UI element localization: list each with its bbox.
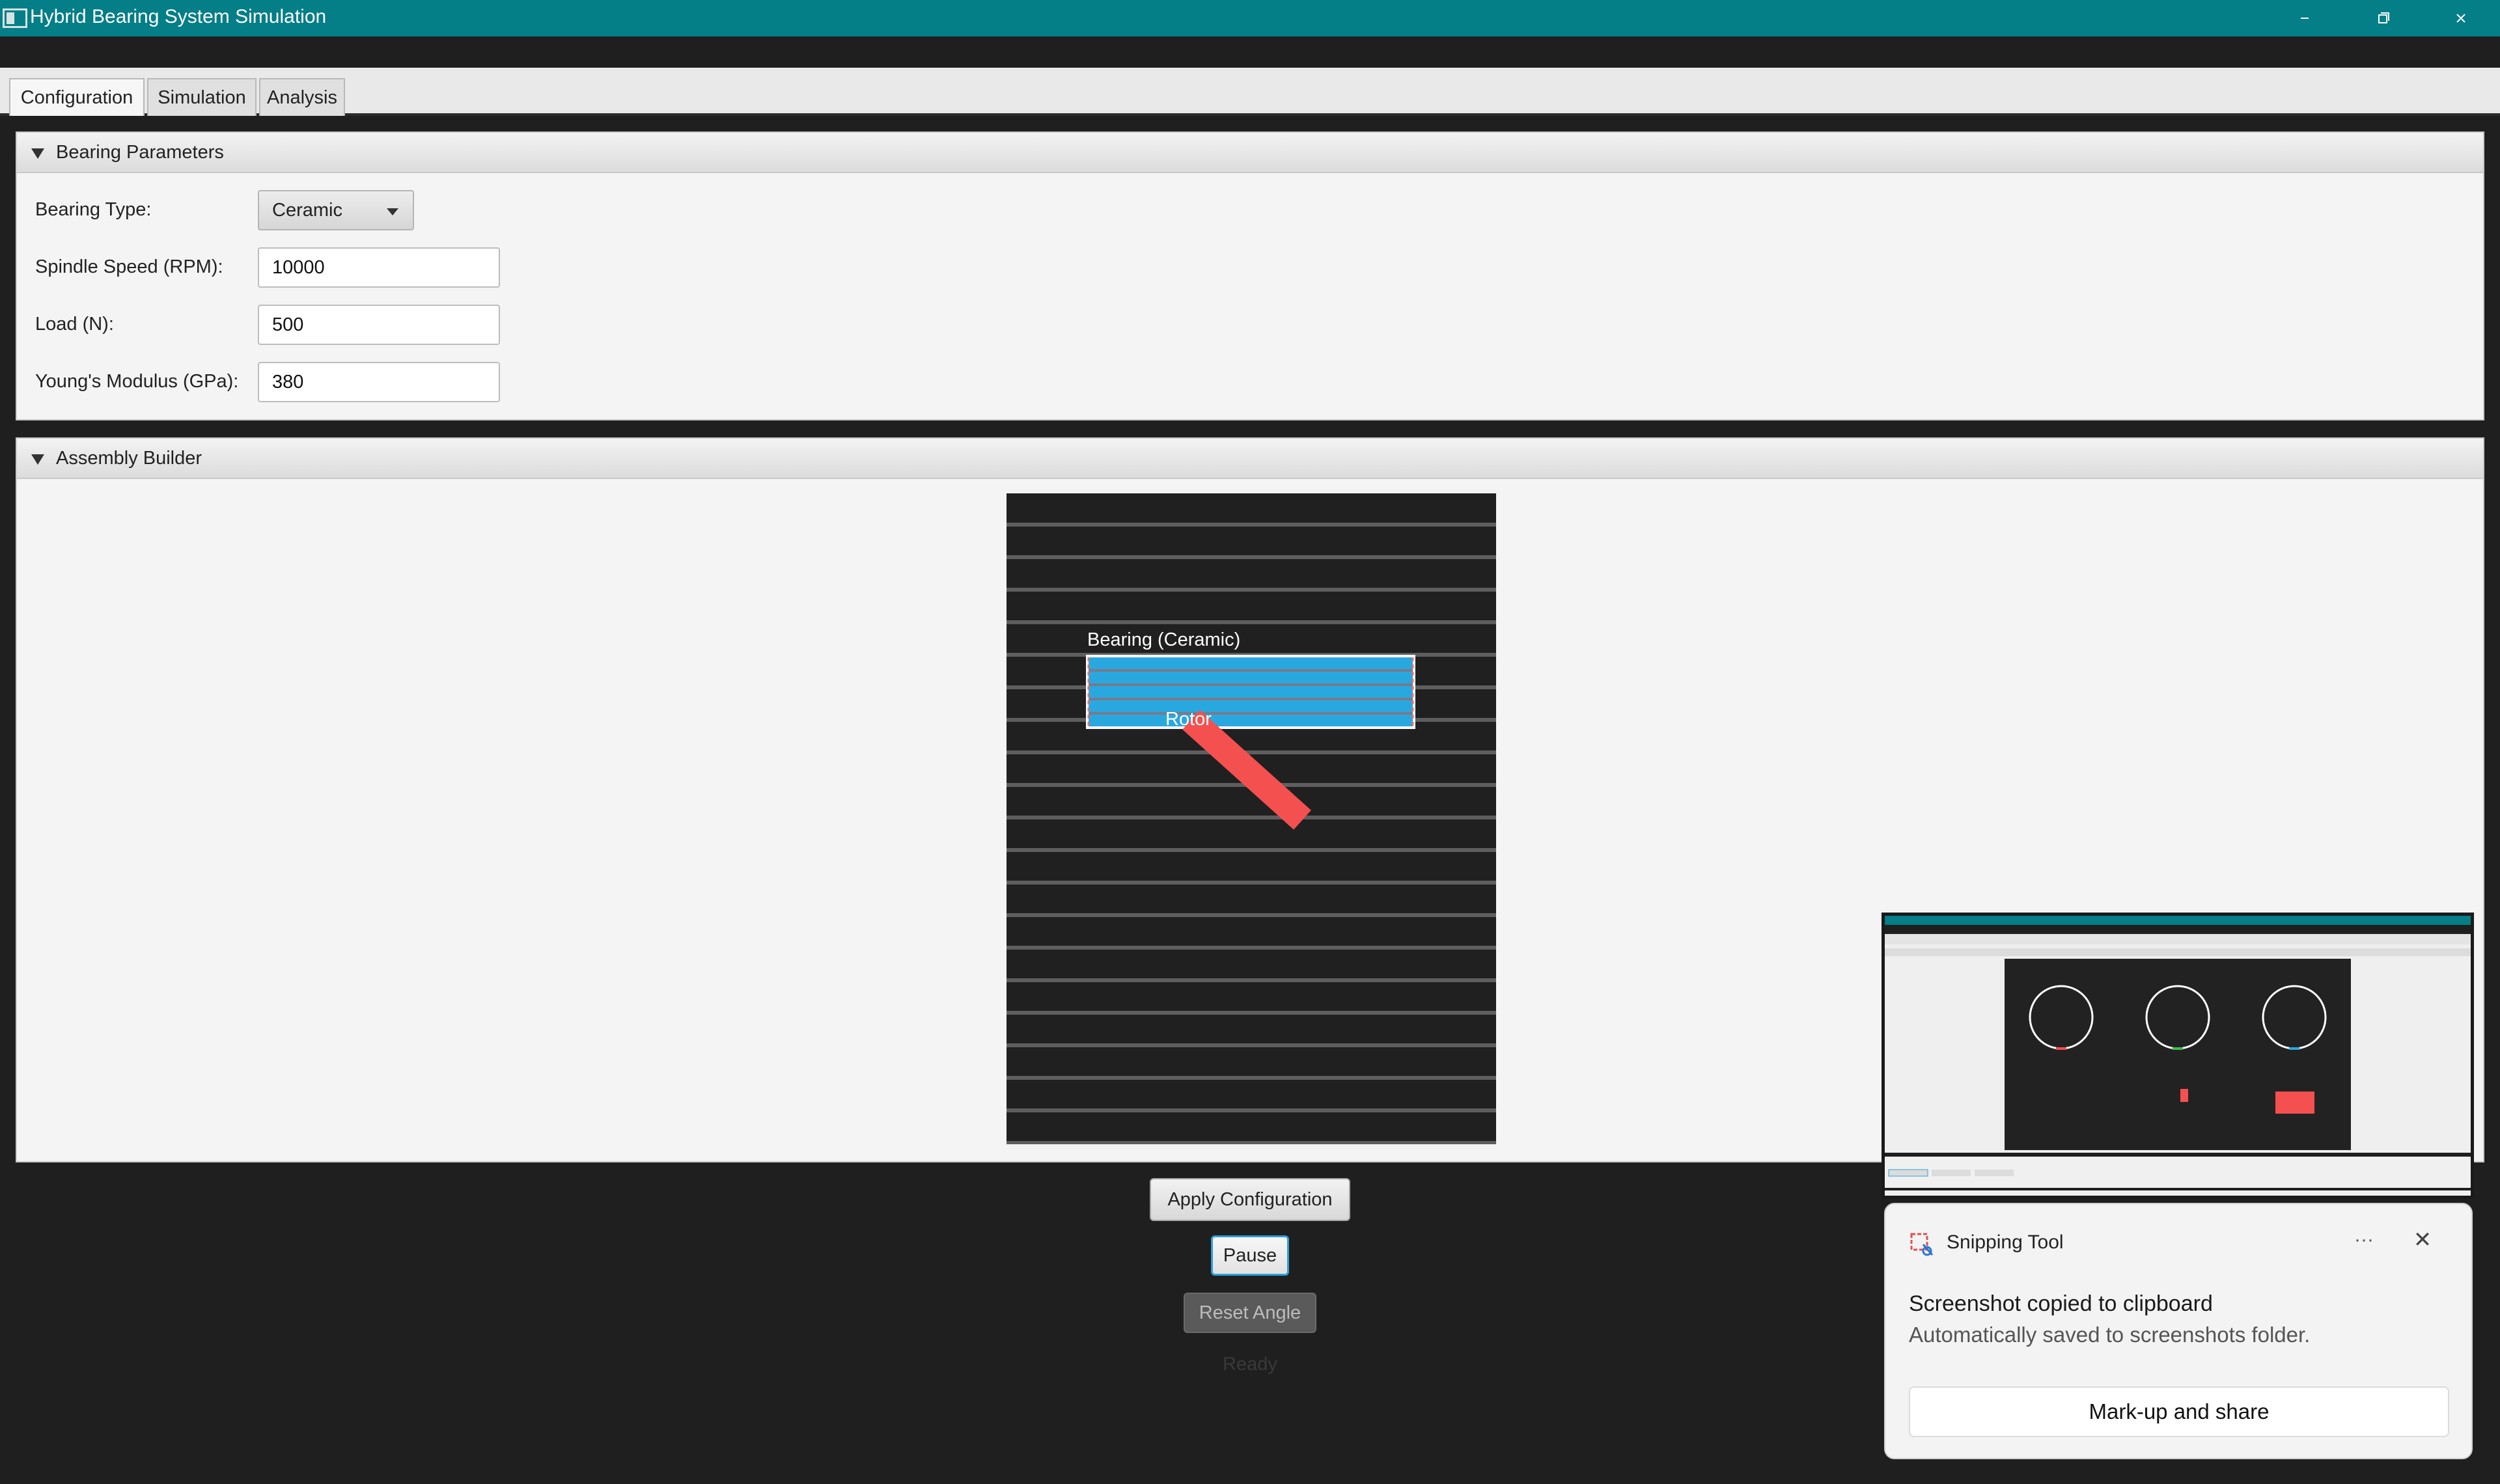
- collapse-triangle-icon[interactable]: [31, 454, 44, 465]
- snipping-tool-icon: [1910, 1233, 1934, 1256]
- screenshot-thumbnail[interactable]: [1882, 913, 2474, 1199]
- assembly-canvas[interactable]: Bearing (Ceramic) Rotor: [1007, 493, 1496, 1144]
- status-text: Ready: [1223, 1354, 1277, 1375]
- grid-lines: [1007, 523, 1496, 1144]
- youngs-modulus-label: Young's Modulus (GPa):: [35, 371, 239, 392]
- close-icon[interactable]: ✕: [2405, 1224, 2440, 1256]
- title-bar: Hybrid Bearing System Simulation: [0, 0, 2500, 36]
- panel-title: Bearing Parameters: [56, 142, 224, 163]
- assembly-builder-header[interactable]: Assembly Builder: [17, 439, 2483, 479]
- window-title: Hybrid Bearing System Simulation: [30, 6, 327, 27]
- bearing-block[interactable]: [1086, 655, 1415, 729]
- close-button[interactable]: [2424, 0, 2497, 36]
- tab-analysis[interactable]: Analysis: [259, 78, 345, 116]
- notification-body: Automatically saved to screenshots folde…: [1909, 1323, 2311, 1347]
- restore-button[interactable]: [2346, 0, 2419, 36]
- pause-button[interactable]: Pause: [1211, 1235, 1289, 1276]
- apply-configuration-button[interactable]: Apply Configuration: [1150, 1178, 1350, 1221]
- markup-and-share-button[interactable]: Mark-up and share: [1909, 1386, 2449, 1437]
- assembly-canvas-drawing: Bearing (Ceramic) Rotor: [1007, 523, 1496, 1144]
- minimize-icon: [2301, 18, 2309, 19]
- bearing-label: Bearing (Ceramic): [1087, 629, 1240, 650]
- reset-angle-button[interactable]: Reset Angle: [1184, 1293, 1316, 1333]
- notification-app-name: Snipping Tool: [1947, 1231, 2064, 1253]
- youngs-modulus-input[interactable]: 380: [258, 362, 500, 402]
- spindle-speed-input[interactable]: 10000: [258, 247, 500, 288]
- snipping-tool-notification[interactable]: Snipping Tool ··· ✕ Screenshot copied to…: [1884, 1203, 2473, 1459]
- app-icon: [3, 8, 27, 28]
- minimize-button[interactable]: [2268, 0, 2341, 36]
- chevron-down-icon: [387, 208, 398, 215]
- bearing-parameters-panel: Bearing Parameters Bearing Type: Ceramic…: [16, 131, 2484, 420]
- more-icon[interactable]: ···: [2346, 1224, 2382, 1256]
- rotor-label: Rotor: [1165, 709, 1212, 730]
- tab-configuration[interactable]: Configuration: [9, 78, 145, 116]
- tab-bar: [0, 68, 2500, 116]
- bearing-type-value: Ceramic: [272, 200, 342, 221]
- tab-simulation[interactable]: Simulation: [147, 78, 257, 116]
- restore-icon: [2378, 12, 2389, 23]
- bearing-type-label: Bearing Type:: [35, 199, 152, 220]
- notification-title: Screenshot copied to clipboard: [1909, 1291, 2213, 1316]
- load-input[interactable]: 500: [258, 305, 500, 345]
- panel-title: Assembly Builder: [56, 448, 202, 469]
- close-icon: [2456, 14, 2465, 23]
- collapse-triangle-icon[interactable]: [31, 148, 44, 159]
- screenshot-thumbnail-image: [1885, 916, 2471, 1196]
- spindle-speed-label: Spindle Speed (RPM):: [35, 256, 223, 277]
- bearing-type-select[interactable]: Ceramic: [258, 190, 414, 230]
- bearing-parameters-header[interactable]: Bearing Parameters: [17, 133, 2483, 173]
- load-label: Load (N):: [35, 314, 114, 335]
